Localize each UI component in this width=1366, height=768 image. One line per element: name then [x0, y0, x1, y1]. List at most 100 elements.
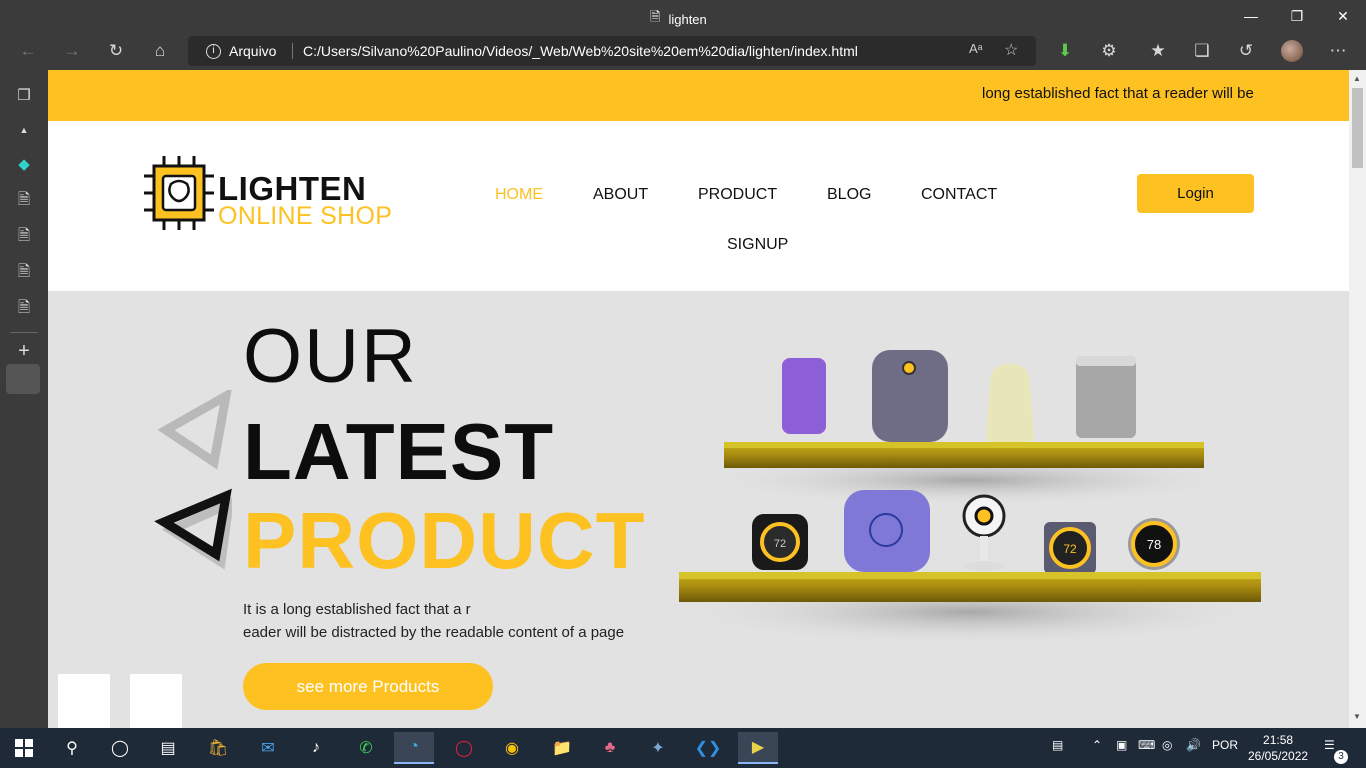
network-app-icon[interactable]: ✦	[638, 732, 678, 764]
store-icon[interactable]: 🛍	[198, 732, 238, 764]
scrollbar-thumb[interactable]	[1352, 88, 1363, 168]
address-separator	[292, 43, 293, 59]
show-hidden-icons[interactable]: ⌃	[1092, 738, 1102, 752]
placeholder-box	[130, 674, 182, 728]
login-button[interactable]: Login	[1137, 174, 1254, 213]
minimize-button[interactable]: —	[1228, 0, 1274, 32]
notification-count: 3	[1334, 750, 1348, 764]
hero-title-line1: OUR	[243, 314, 418, 399]
page-tab-icon[interactable]: 🗎	[12, 297, 36, 321]
speaker-gray	[1076, 356, 1136, 438]
pdf-app-icon[interactable]: ▶	[738, 732, 778, 764]
gem-icon[interactable]: ◆	[12, 152, 36, 176]
mail-icon[interactable]: ✉	[248, 732, 288, 764]
search-icon[interactable]: ⚲	[52, 732, 92, 764]
thermostat-readout: 72	[1063, 542, 1077, 556]
tiktok-icon[interactable]: ♪	[296, 732, 336, 764]
page-tab-icon[interactable]: 🗎	[12, 261, 36, 285]
hero-title-line3: PRODUCT	[243, 496, 646, 585]
opera-icon[interactable]: ◯	[444, 732, 484, 764]
keyboard-icon[interactable]: ⌨	[1138, 738, 1155, 752]
scroll-up-icon[interactable]: ▲	[1353, 74, 1361, 83]
url-text[interactable]: C:/Users/Silvano%20Paulino/Videos/_Web/W…	[303, 43, 858, 59]
edge-icon[interactable]: ◔	[394, 732, 434, 764]
nav-blog[interactable]: BLOG	[827, 186, 871, 204]
announcement-bar: long established fact that a reader will…	[48, 70, 1349, 121]
favorites-icon[interactable]: ★	[1146, 39, 1170, 63]
hero-description-line1: It is a long established fact that a r	[243, 601, 471, 618]
page-scrollbar[interactable]: ▲ ▼	[1349, 70, 1366, 728]
thermostat-readout: 78	[1147, 537, 1161, 552]
sidebar-divider	[10, 332, 38, 333]
close-window-button[interactable]: ✕	[1320, 0, 1366, 32]
info-icon: i	[206, 43, 221, 59]
file-explorer-icon[interactable]: 📁	[542, 732, 582, 764]
network-icon[interactable]: ◎	[1162, 738, 1172, 752]
page-tab-icon[interactable]: 🗎	[12, 189, 36, 213]
page-icon: 🗎	[650, 9, 661, 24]
thermostat-readout: 72	[774, 538, 786, 550]
product-shelves-image: 72 72 78	[674, 350, 1264, 646]
system-clock[interactable]: 21:58 26/05/2022	[1248, 732, 1308, 764]
chip-icon	[144, 156, 214, 230]
chrome-icon[interactable]: ◉	[492, 732, 532, 764]
address-prefix: Arquivo	[229, 43, 277, 59]
more-menu-icon[interactable]: ⋯	[1326, 39, 1350, 63]
active-tab-highlight	[6, 364, 40, 394]
outline-triangle-icon	[154, 488, 232, 570]
browser-toolbar: ← → ↻ ⌂ i Arquivo C:/Users/Silvano%20Pau…	[0, 32, 1366, 70]
start-icon[interactable]	[4, 732, 44, 764]
whatsapp-icon[interactable]: ✆	[346, 732, 386, 764]
language-indicator[interactable]: POR	[1212, 738, 1238, 752]
placeholder-box	[58, 674, 110, 728]
see-more-products-button[interactable]: see more Products	[243, 663, 493, 710]
news-icon[interactable]: ▤	[1052, 738, 1063, 752]
back-icon[interactable]: ←	[16, 39, 40, 63]
nav-signup[interactable]: SIGNUP	[727, 236, 788, 254]
page-tab-icon[interactable]: 🗎	[12, 225, 36, 249]
clock-date: 26/05/2022	[1248, 749, 1309, 763]
restore-button[interactable]: ❐	[1274, 0, 1320, 32]
tab-title-text: lighten	[668, 11, 707, 27]
read-aloud-icon[interactable]: Aᵃ	[969, 41, 983, 56]
smart-speaker-cream	[986, 364, 1034, 444]
web-page: long established fact that a reader will…	[48, 70, 1349, 728]
nav-home[interactable]: HOME	[495, 186, 543, 204]
device-icon[interactable]: ▣	[1116, 738, 1127, 752]
nav-about[interactable]: ABOUT	[593, 186, 648, 204]
nav-contact[interactable]: CONTACT	[921, 186, 997, 204]
speaker-purple	[782, 358, 826, 434]
add-favorite-icon[interactable]: ☆	[1004, 40, 1018, 60]
extensions-icon[interactable]: ⚙	[1097, 39, 1121, 63]
site-header: LIGHTEN ONLINE SHOP HOME ABOUT PRODUCT B…	[48, 121, 1349, 291]
browser-titlebar: 🗎 lighten — ❐ ✕	[0, 0, 1366, 32]
tab-actions-icon[interactable]: ❒	[12, 83, 36, 107]
hero-description-line2: eader will be distracted by the readable…	[243, 624, 625, 641]
windows-taskbar: ⚲ ◯ ▤ 🛍 ✉ ♪ ✆ ◔ ◯ ◉ 📁 ♣ ✦ ❮❯ ▶ ▤ ⌃ ▣ ⌨ ◎…	[0, 728, 1366, 768]
cortana-icon[interactable]: ◯	[100, 732, 140, 764]
site-info[interactable]: i Arquivo	[206, 43, 276, 59]
vscode-icon[interactable]: ❮❯	[688, 732, 728, 764]
app-icon[interactable]: ♣	[590, 732, 630, 764]
outline-triangle-icon	[157, 390, 232, 470]
volume-icon[interactable]: 🔊	[1186, 738, 1201, 752]
address-bar[interactable]: i Arquivo C:/Users/Silvano%20Paulino/Vid…	[188, 36, 1036, 66]
clock-time: 21:58	[1263, 733, 1294, 747]
hero-title-line2: LATEST	[243, 407, 555, 496]
marquee-text: long established fact that a reader will…	[982, 85, 1254, 102]
new-tab-icon[interactable]: +	[12, 339, 36, 363]
notifications-icon[interactable]: ☰	[1324, 738, 1335, 752]
collections-icon[interactable]: ❏	[1190, 39, 1214, 63]
home-icon[interactable]: ⌂	[148, 39, 172, 63]
tab-title[interactable]: 🗎 lighten	[650, 8, 707, 30]
refresh-icon[interactable]: ↻	[104, 39, 128, 63]
forward-icon[interactable]: →	[60, 39, 84, 63]
sidebar-app-icon[interactable]: ▲	[12, 118, 36, 142]
task-view-icon[interactable]: ▤	[148, 732, 188, 764]
nav-product[interactable]: PRODUCT	[698, 186, 777, 204]
download-icon[interactable]: ⬇	[1053, 39, 1077, 63]
profile-avatar[interactable]	[1280, 39, 1304, 63]
scroll-down-icon[interactable]: ▼	[1353, 712, 1361, 721]
site-logo[interactable]: LIGHTEN ONLINE SHOP	[144, 156, 404, 230]
history-icon[interactable]: ↺	[1234, 39, 1258, 63]
